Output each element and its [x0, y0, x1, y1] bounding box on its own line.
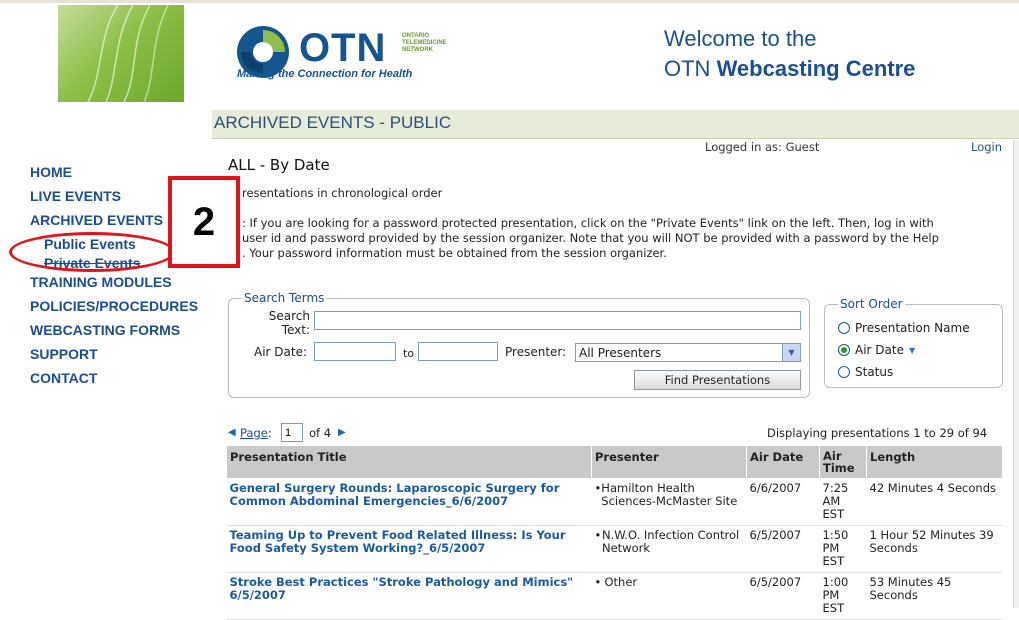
next-page-icon[interactable]: ▶	[338, 427, 346, 438]
air-date-cell: 6/5/2007	[746, 572, 820, 620]
presentation-title-link[interactable]: General Surgery Rounds: Laparoscopic Sur…	[226, 478, 592, 526]
column-header-presenter[interactable]: Presenter	[591, 445, 747, 479]
air-time-cell: 1:50 PM EST	[819, 525, 867, 573]
password-note: : If you are looking for a password prot…	[242, 216, 939, 260]
air-date-to-input[interactable]	[418, 342, 498, 361]
chevron-down-icon[interactable]: ▼	[782, 344, 800, 361]
login-link[interactable]: Login	[971, 140, 1002, 154]
annotation-callout-number: 2	[168, 176, 240, 268]
table-row: Stroke Best Practices "Stroke Pathology …	[226, 572, 1003, 620]
nav-item-training-modules[interactable]: TRAINING MODULES	[30, 270, 198, 294]
presenter-select-value: All Presenters	[579, 345, 662, 360]
page-heading: ALL - By Date	[228, 156, 330, 174]
sort-option-air-date[interactable]: Air Date ▼	[838, 343, 915, 357]
displaying-count: Displaying presentations 1 to 29 of 94	[767, 426, 988, 440]
column-header-title[interactable]: Presentation Title	[226, 445, 592, 479]
search-text-input[interactable]	[314, 311, 801, 330]
nav-item-webcasting-forms[interactable]: WEBCASTING FORMS	[30, 318, 198, 342]
find-presentations-button[interactable]: Find Presentations	[634, 370, 801, 390]
presenter-label: Presenter:	[505, 345, 567, 359]
sort-option-presentation-name[interactable]: Presentation Name	[838, 321, 970, 335]
welcome-heading-line1: Welcome to the	[664, 26, 817, 51]
tagline: Making the Connection for Health	[237, 68, 413, 80]
air-date-label: Air Date:	[254, 345, 308, 359]
previous-page-icon[interactable]: ◀	[228, 427, 236, 438]
presenter-cell: • Hamilton Health Sciences-McMaster Site	[591, 478, 747, 526]
column-header-air-date[interactable]: Air Date	[746, 445, 820, 479]
presenter-cell: • Other	[591, 572, 747, 620]
presenter-cell: • N.W.O. Infection Control Network	[591, 525, 747, 573]
length-cell: 53 Minutes 45 Seconds	[866, 572, 1003, 620]
sort-order-legend: Sort Order	[838, 297, 905, 311]
table-row: General Surgery Rounds: Laparoscopic Sur…	[226, 478, 1003, 526]
search-terms-legend: Search Terms	[242, 291, 327, 305]
presenter-select[interactable]: All Presenters ▼	[575, 343, 801, 362]
air-time-cell: 7:25 AM EST	[819, 478, 867, 526]
welcome-heading-line2: OTN Webcasting Centre	[664, 56, 916, 81]
presentation-title-link[interactable]: Teaming Up to Prevent Food Related Illne…	[226, 525, 592, 573]
page-label: Page:	[240, 426, 272, 440]
air-time-cell: 1:00 PM EST	[819, 572, 867, 620]
nav-item-contact[interactable]: CONTACT	[30, 366, 198, 390]
nav-item-policies-procedures[interactable]: POLICIES/PROCEDURES	[30, 294, 198, 318]
otn-wordmark: OTN	[299, 26, 387, 70]
column-header-length[interactable]: Length	[866, 445, 1003, 479]
vertical-scrollbar[interactable]	[1013, 140, 1019, 608]
presentations-table: Presentation Title Presenter Air Date Ai…	[226, 445, 1003, 620]
column-header-air-time[interactable]: Air Time	[819, 445, 867, 479]
table-header-row: Presentation Title Presenter Air Date Ai…	[226, 445, 1003, 479]
annotation-oval	[9, 232, 175, 272]
otn-org-name: ONTARIO TELEMEDICINE NETWORK	[402, 33, 447, 53]
page-count: of 4	[309, 426, 332, 440]
to-label: to	[403, 347, 415, 360]
air-date-from-input[interactable]	[314, 342, 396, 361]
radio-button[interactable]	[838, 322, 850, 334]
top-strip	[0, 0, 1019, 3]
length-cell: 42 Minutes 4 Seconds	[866, 478, 1003, 526]
page-number-input[interactable]	[281, 423, 303, 442]
air-date-cell: 6/6/2007	[746, 478, 820, 526]
length-cell: 1 Hour 52 Minutes 39 Seconds	[866, 525, 1003, 573]
logged-in-status: Logged in as: Guest	[705, 140, 820, 154]
table-row: Teaming Up to Prevent Food Related Illne…	[226, 525, 1003, 573]
air-date-cell: 6/5/2007	[746, 525, 820, 573]
green-logo-graphic	[58, 5, 184, 102]
search-text-label: Search Text:	[268, 309, 310, 337]
sort-descending-icon: ▼	[908, 345, 916, 355]
radio-button-selected[interactable]	[838, 344, 850, 356]
section-title: ARCHIVED EVENTS - PUBLIC	[214, 113, 452, 132]
presentation-title-link[interactable]: Stroke Best Practices "Stroke Pathology …	[226, 572, 592, 620]
intro-text: resentations in chronological order	[242, 186, 443, 200]
radio-button[interactable]	[838, 366, 850, 378]
sort-option-status[interactable]: Status	[838, 365, 893, 379]
nav-item-support[interactable]: SUPPORT	[30, 342, 198, 366]
